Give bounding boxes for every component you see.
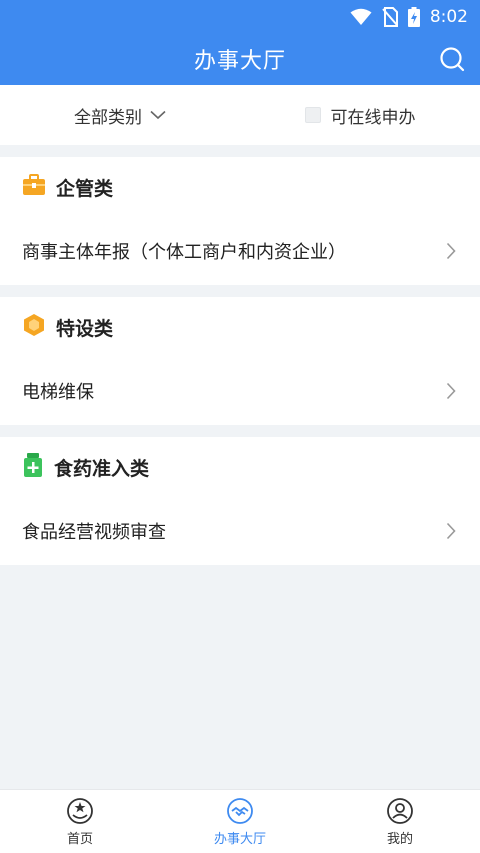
app-root: 8:02 办事大厅 全部类别 可在线申办 企管类 商事主体年报（个体工商户和内资…	[0, 0, 480, 853]
section-title: 特设类	[56, 317, 114, 340]
bottom-nav: 首页 办事大厅 我的	[0, 789, 480, 853]
chevron-right-icon	[446, 522, 456, 540]
category-dropdown[interactable]: 全部类别	[0, 103, 240, 128]
chevron-right-icon	[446, 242, 456, 260]
list-item-label: 电梯维保	[22, 382, 94, 403]
section-title: 食药准入类	[54, 457, 150, 480]
chevron-down-icon	[150, 110, 166, 120]
briefcase-icon	[22, 174, 46, 200]
nav-label-hall: 办事大厅	[213, 831, 266, 847]
page-title: 办事大厅	[193, 49, 286, 74]
section-special-equipment: 特设类 电梯维保	[0, 297, 480, 425]
nav-item-home[interactable]: 首页	[0, 797, 160, 847]
section-header: 企管类	[0, 157, 480, 217]
battery-charging-icon	[407, 6, 420, 27]
list-item[interactable]: 电梯维保	[0, 357, 480, 425]
wifi-icon	[350, 8, 372, 26]
list-item-label: 商事主体年报（个体工商户和内资企业）	[22, 242, 346, 263]
section-food-drug: 食药准入类 食品经营视频审查	[0, 437, 480, 565]
hexagon-icon	[22, 313, 46, 341]
nav-label-me: 我的	[386, 831, 413, 847]
category-label: 全部类别	[74, 107, 142, 128]
list-item[interactable]: 商事主体年报（个体工商户和内资企业）	[0, 217, 480, 285]
medicine-bottle-icon	[22, 453, 44, 481]
section-header: 食药准入类	[0, 437, 480, 497]
section-title: 企管类	[56, 177, 114, 200]
filter-bar: 全部类别 可在线申办	[0, 85, 480, 145]
home-emblem-icon	[67, 797, 93, 824]
no-sim-icon	[382, 6, 398, 27]
search-button[interactable]	[438, 45, 466, 73]
section-header: 特设类	[0, 297, 480, 357]
online-label: 可在线申办	[330, 107, 416, 128]
list-item-label: 食品经营视频审查	[22, 522, 166, 543]
nav-label-home: 首页	[66, 831, 93, 847]
online-filter-toggle[interactable]: 可在线申办	[240, 103, 480, 128]
nav-item-me[interactable]: 我的	[320, 797, 480, 847]
search-icon	[440, 47, 465, 72]
nav-item-hall[interactable]: 办事大厅	[160, 797, 320, 847]
status-bar: 8:02	[0, 0, 480, 33]
section-enterprise: 企管类 商事主体年报（个体工商户和内资企业）	[0, 157, 480, 285]
handshake-icon	[227, 797, 253, 824]
online-checkbox[interactable]	[304, 107, 321, 123]
user-icon	[387, 797, 413, 824]
list-item[interactable]: 食品经营视频审查	[0, 497, 480, 565]
chevron-right-icon	[446, 382, 456, 400]
status-time: 8:02	[429, 6, 468, 27]
header: 办事大厅	[0, 33, 480, 85]
